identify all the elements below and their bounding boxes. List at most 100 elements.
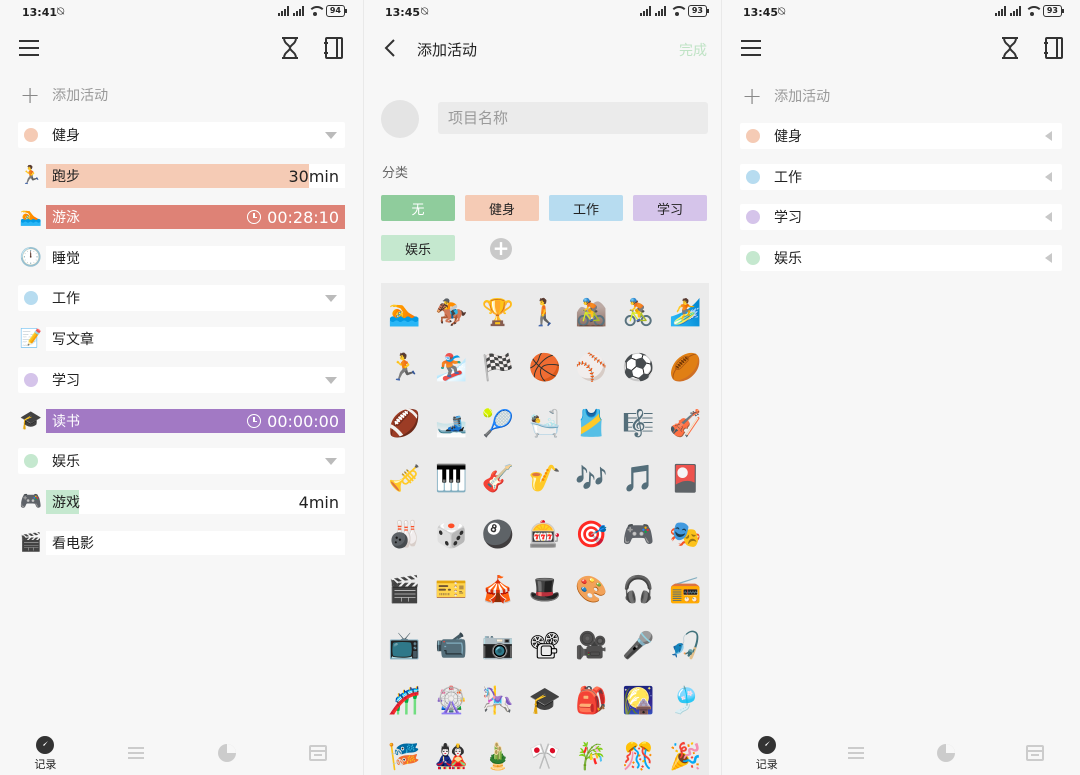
nav-record[interactable]: 记录 — [15, 731, 75, 775]
emoji-option[interactable]: 🏁 — [475, 341, 522, 397]
category-row-fitness[interactable]: 健身 — [740, 123, 1062, 149]
emoji-option[interactable]: 🏉 — [662, 341, 709, 397]
nav-calendar[interactable] — [288, 731, 348, 775]
chevron-down-icon[interactable] — [325, 457, 337, 465]
category-chip-entertainment[interactable]: 娱乐 — [381, 235, 455, 261]
emoji-option[interactable]: 🏃 — [381, 341, 428, 397]
emoji-option[interactable]: 🏊 — [381, 285, 428, 341]
emoji-option[interactable]: 🎡 — [428, 674, 475, 730]
menu-icon[interactable] — [19, 40, 39, 56]
emoji-option[interactable]: 🎥 — [568, 618, 615, 674]
emoji-option[interactable]: 🎢 — [381, 674, 428, 730]
activity-bar[interactable]: 游泳 00:28:10 — [46, 205, 345, 229]
category-chip-none[interactable]: 无 — [381, 195, 455, 221]
hourglass-icon[interactable] — [280, 37, 300, 59]
activity-row-gaming[interactable]: 🎮 游戏 4min — [18, 489, 345, 515]
emoji-option[interactable]: 🎤 — [615, 618, 662, 674]
emoji-option[interactable]: 🎍 — [475, 729, 522, 775]
back-arrow-icon[interactable] — [382, 38, 398, 58]
emoji-option[interactable]: 🚵 — [568, 285, 615, 341]
emoji-option[interactable]: 🎾 — [475, 396, 522, 452]
emoji-option[interactable]: 🎨 — [568, 563, 615, 619]
emoji-option[interactable]: 🎴 — [662, 452, 709, 508]
emoji-option[interactable]: 🎯 — [568, 507, 615, 563]
emoji-option[interactable]: 🎸 — [475, 452, 522, 508]
emoji-option[interactable]: 🎼 — [615, 396, 662, 452]
emoji-option[interactable]: 🎏 — [381, 729, 428, 775]
activity-bar[interactable]: 读书 00:00:00 — [46, 409, 345, 433]
emoji-option[interactable]: 🏀 — [521, 341, 568, 397]
emoji-option[interactable]: 🎋 — [568, 729, 615, 775]
add-activity-button[interactable]: + 添加活动 — [20, 83, 108, 107]
nav-calendar[interactable] — [1005, 731, 1065, 775]
emoji-option[interactable]: 🚴 — [615, 285, 662, 341]
chevron-left-icon[interactable] — [1045, 131, 1052, 141]
nav-stats[interactable] — [197, 731, 257, 775]
activity-row-running[interactable]: 🏃 跑步 30min — [18, 163, 345, 189]
emoji-option[interactable]: 🏄 — [662, 285, 709, 341]
emoji-option[interactable]: 🎎 — [428, 729, 475, 775]
chevron-left-icon[interactable] — [1045, 172, 1052, 182]
activity-row-writing[interactable]: 📝 写文章 — [18, 326, 345, 352]
category-row-work[interactable]: 工作 — [18, 285, 345, 311]
chevron-down-icon[interactable] — [325, 131, 337, 139]
emoji-option[interactable]: 🎒 — [568, 674, 615, 730]
emoji-option[interactable]: 📽 — [521, 618, 568, 674]
notebook-icon[interactable] — [1044, 37, 1064, 59]
category-row-study[interactable]: 学习 — [18, 367, 345, 393]
emoji-option[interactable]: 📻 — [662, 563, 709, 619]
chevron-left-icon[interactable] — [1045, 253, 1052, 263]
emoji-option[interactable]: 🎶 — [568, 452, 615, 508]
emoji-option[interactable]: 🎐 — [662, 674, 709, 730]
emoji-option[interactable]: 🎫 — [428, 563, 475, 619]
emoji-option[interactable]: 🎮 — [615, 507, 662, 563]
emoji-option[interactable]: 🎓 — [521, 674, 568, 730]
chevron-down-icon[interactable] — [325, 376, 337, 384]
emoji-option[interactable]: 🎳 — [381, 507, 428, 563]
emoji-option[interactable]: 🎣 — [662, 618, 709, 674]
category-row-entertainment[interactable]: 娱乐 — [18, 448, 345, 474]
emoji-option[interactable]: 🎵 — [615, 452, 662, 508]
nav-list[interactable] — [106, 731, 166, 775]
category-row-entertainment[interactable]: 娱乐 — [740, 245, 1062, 271]
emoji-option[interactable]: 📺 — [381, 618, 428, 674]
category-row-fitness[interactable]: 健身 — [18, 122, 345, 148]
emoji-option[interactable]: 🏆 — [475, 285, 522, 341]
category-chip-work[interactable]: 工作 — [549, 195, 623, 221]
emoji-option[interactable]: 🎷 — [521, 452, 568, 508]
emoji-option[interactable]: 🎊 — [615, 729, 662, 775]
emoji-option[interactable]: ⚾ — [568, 341, 615, 397]
emoji-option[interactable]: 🎌 — [521, 729, 568, 775]
emoji-option[interactable]: 🎻 — [662, 396, 709, 452]
emoji-option[interactable]: ⚽ — [615, 341, 662, 397]
emoji-option[interactable]: 🎩 — [521, 563, 568, 619]
category-row-study[interactable]: 学习 — [740, 204, 1062, 230]
activity-row-reading[interactable]: 🎓 读书 00:00:00 — [18, 408, 345, 434]
chevron-left-icon[interactable] — [1045, 212, 1052, 222]
emoji-option[interactable]: 🎱 — [475, 507, 522, 563]
activity-name-input[interactable] — [438, 102, 708, 134]
emoji-option[interactable]: 🎭 — [662, 507, 709, 563]
emoji-option[interactable]: 🎰 — [521, 507, 568, 563]
emoji-option[interactable]: 📹 — [428, 618, 475, 674]
nav-list[interactable] — [826, 731, 886, 775]
add-activity-button[interactable]: + 添加活动 — [742, 84, 830, 108]
category-chip-fitness[interactable]: 健身 — [465, 195, 539, 221]
activity-bar[interactable]: 跑步 30min — [46, 164, 345, 188]
emoji-option[interactable]: 🏇 — [428, 285, 475, 341]
emoji-option[interactable]: 🎬 — [381, 563, 428, 619]
category-chip-study[interactable]: 学习 — [633, 195, 707, 221]
emoji-option[interactable]: 🎑 — [615, 674, 662, 730]
done-button[interactable]: 完成 — [679, 40, 707, 60]
activity-bar[interactable]: 游戏 4min — [46, 490, 345, 514]
activity-row-swimming[interactable]: 🏊 游泳 00:28:10 — [18, 204, 345, 230]
emoji-option[interactable]: 🎺 — [381, 452, 428, 508]
emoji-option[interactable]: 🎧 — [615, 563, 662, 619]
emoji-option[interactable]: 🎠 — [475, 674, 522, 730]
chevron-down-icon[interactable] — [325, 294, 337, 302]
emoji-option[interactable]: 🎽 — [568, 396, 615, 452]
activity-bar[interactable]: 写文章 — [46, 327, 345, 351]
add-category-button[interactable]: + — [490, 238, 512, 260]
category-row-work[interactable]: 工作 — [740, 164, 1062, 190]
activity-bar[interactable]: 看电影 — [46, 531, 345, 555]
